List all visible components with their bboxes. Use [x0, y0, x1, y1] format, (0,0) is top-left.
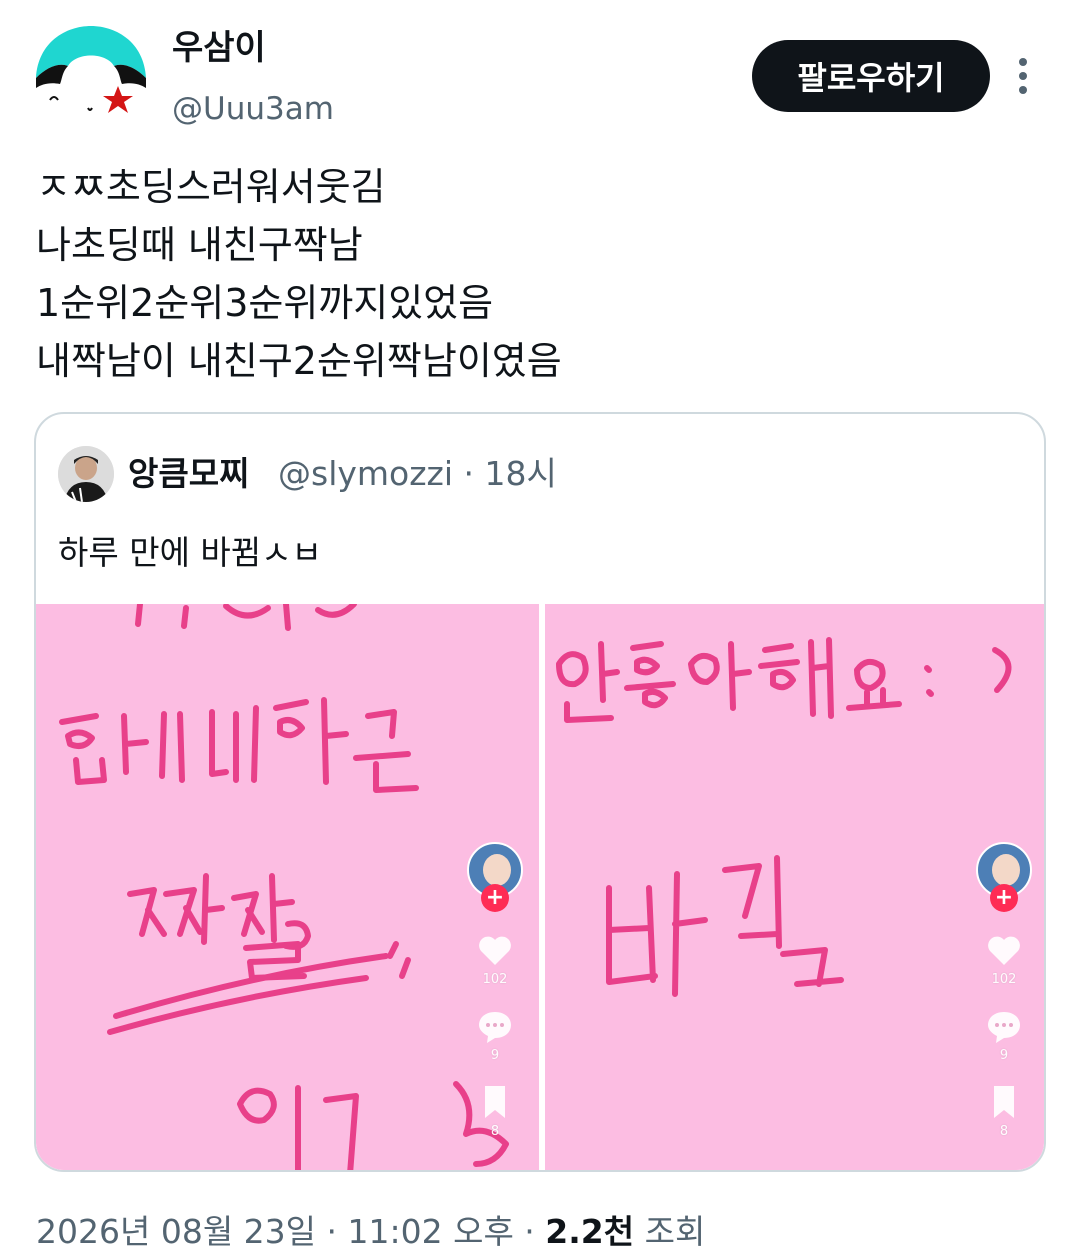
follow-plus-icon[interactable]: +	[481, 884, 509, 912]
like-count: 102	[991, 972, 1017, 987]
tweet-timestamp[interactable]: 2026년 08월 23일 · 11:02 오후 ·	[36, 1212, 545, 1251]
tweet-line: 1순위2순위3순위까지있었음	[36, 281, 494, 325]
comment-icon[interactable]	[475, 1006, 515, 1046]
heart-icon[interactable]	[475, 930, 515, 970]
view-label: 조회	[634, 1212, 706, 1251]
media-image-left[interactable]: + 102 9 8	[36, 604, 539, 1170]
comment-count: 9	[490, 1048, 500, 1063]
quoted-media-grid: + 102 9 8 + 102 9 8	[36, 604, 1044, 1170]
bookmark-icon[interactable]	[475, 1082, 515, 1122]
video-side-actions: + 102 9 8	[974, 842, 1034, 1140]
like-count: 102	[482, 972, 508, 987]
handwriting-image-right	[556, 637, 1012, 997]
tweet-header: 우삼이 @Uuu3am 팔로우하기	[0, 0, 1080, 140]
follow-button[interactable]: 팔로우하기	[752, 40, 990, 112]
quoted-author-handle-time[interactable]: @slymozzi · 18시	[278, 454, 557, 494]
comment-count: 9	[999, 1048, 1009, 1063]
save-count: 8	[999, 1124, 1009, 1139]
author-handle[interactable]: @Uuu3am	[172, 90, 334, 128]
heart-icon[interactable]	[984, 930, 1024, 970]
follow-plus-icon[interactable]: +	[990, 884, 1018, 912]
quoted-tweet-text: 하루 만에 바뀜ㅅㅂ	[58, 533, 322, 572]
more-options-icon[interactable]	[1006, 52, 1040, 100]
quoted-tweet-card[interactable]: 앙큼모찌 @slymozzi · 18시 하루 만에 바뀜ㅅㅂ + 102 9 …	[34, 412, 1046, 1172]
tweet-meta: 2026년 08월 23일 · 11:02 오후 · 2.2천 조회	[36, 1210, 705, 1254]
quoted-author-name[interactable]: 앙큼모찌	[128, 454, 249, 494]
tweet-line: 나초딩때 내친구짝남	[36, 223, 363, 267]
tweet-line: ㅈㅉ초딩스러워서웃김	[36, 165, 386, 209]
bookmark-icon[interactable]	[984, 1082, 1024, 1122]
media-image-right[interactable]: + 102 9 8	[545, 604, 1044, 1170]
comment-icon[interactable]	[984, 1006, 1024, 1046]
tweet-line: 내짝남이 내친구2순위짝남이였음	[36, 339, 562, 383]
handwriting-image-left	[59, 604, 509, 1170]
view-count: 2.2천	[545, 1212, 635, 1251]
author-display-name[interactable]: 우삼이	[172, 28, 266, 68]
save-count: 8	[490, 1124, 500, 1139]
video-side-actions: + 102 9 8	[465, 842, 525, 1140]
quoted-author-avatar[interactable]	[58, 446, 114, 502]
author-avatar[interactable]	[32, 22, 150, 140]
tweet-text: ㅈㅉ초딩스러워서웃김 나초딩때 내친구짝남 1순위2순위3순위까지있었음 내짝남…	[36, 158, 1036, 390]
